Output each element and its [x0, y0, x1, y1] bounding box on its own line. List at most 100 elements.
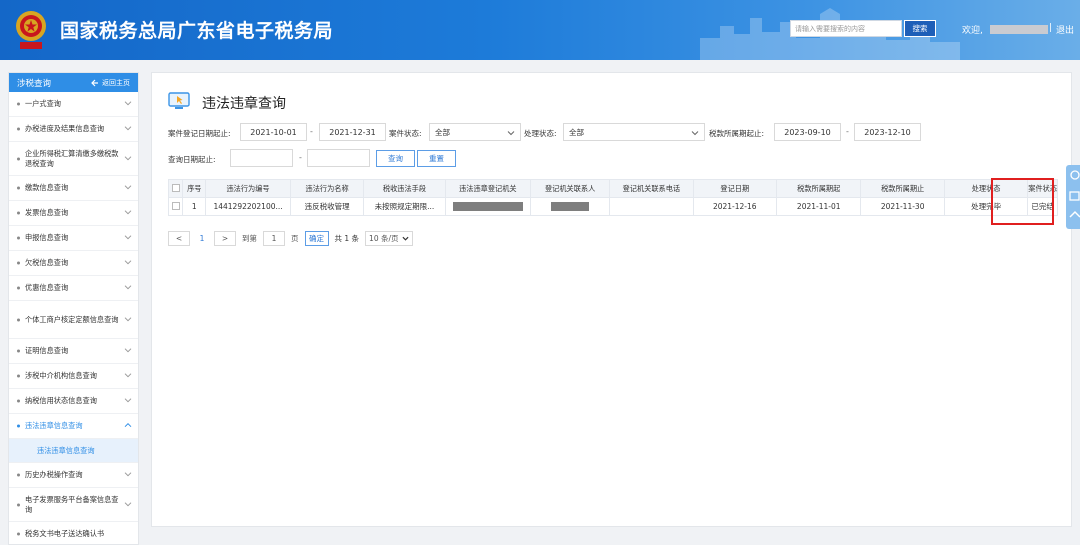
floating-toolbar[interactable]: [1066, 165, 1080, 229]
sidebar-item-credit[interactable]: 纳税信用状态信息查询: [9, 389, 138, 414]
top-header: 国家税务总局广东省电子税务局 请输入需要搜索的内容 搜索 欢迎, | 退出: [0, 0, 1080, 60]
case-status-select[interactable]: 全部: [429, 123, 521, 141]
sidebar-item-progress[interactable]: 办税进度及结果信息查询: [9, 117, 138, 142]
sidebar-item-individual-quota[interactable]: 个体工商户核定定额信息查询: [9, 301, 138, 339]
sidebar-item-agency[interactable]: 涉税中介机构信息查询: [9, 364, 138, 389]
table-row[interactable]: 1 1441292202100... 违反税收管理 未按照规定期限... 202…: [167, 197, 1058, 216]
reg-date-start-input[interactable]: 2021-10-01: [240, 123, 307, 141]
logout-link[interactable]: 退出: [1056, 23, 1074, 36]
handle-status-value: 全部: [569, 127, 584, 137]
col-header: 登记日期: [692, 179, 777, 198]
case-status-value: 全部: [435, 127, 450, 137]
next-page-button[interactable]: >: [214, 230, 236, 246]
bullet-dot: [17, 349, 20, 353]
username-masked: [990, 25, 1048, 34]
bullet-dot: [17, 261, 20, 265]
sidebar-item-label: 欠税信息查询: [25, 258, 69, 267]
chevron-down-icon: [124, 373, 132, 378]
page-number-current[interactable]: 1: [190, 234, 214, 243]
chevron-down-icon: [124, 501, 132, 506]
sidebar-item-label: 证明信息查询: [25, 346, 69, 355]
cell-period-start: 2021-11-01: [775, 197, 862, 216]
bullet-dot: [17, 374, 20, 378]
row-checkbox[interactable]: [171, 201, 180, 210]
reg-date-end-input[interactable]: 2021-12-31: [319, 123, 386, 141]
sidebar-item-label: 发票信息查询: [25, 208, 69, 217]
goto-confirm-button[interactable]: 确定: [304, 230, 329, 246]
page-title: 违法违章查询: [202, 96, 286, 112]
chevron-down-icon: [124, 235, 132, 240]
back-arrow-icon: [91, 79, 98, 86]
query-date-start-input[interactable]: [230, 149, 293, 167]
sidebar-item-edelivery[interactable]: 税务文书电子送达确认书: [9, 522, 138, 544]
tax-period-start-input[interactable]: 2023-09-10: [774, 123, 841, 141]
sidebar-item-certificate[interactable]: 证明信息查询: [9, 339, 138, 364]
prev-page-button[interactable]: <: [168, 230, 190, 246]
sidebar-item-label: 历史办税操作查询: [25, 470, 83, 479]
cell-code: 1441292202100...: [205, 197, 291, 216]
bullet-dot: [17, 532, 20, 536]
sidebar-item-label: 企业所得税汇算清缴多缴税款退税查询: [25, 148, 119, 168]
sidebar-subitem-violation-query[interactable]: 违法违章信息查询: [9, 439, 138, 463]
violation-table: 序号 违法行为编号 违法行为名称 税收违法手段 违法违章登记机关 登记机关联系人…: [167, 179, 1058, 216]
sidebar-item-invoice[interactable]: 发票信息查询: [9, 201, 138, 226]
sidebar-title: 涉税查询: [17, 78, 52, 89]
sidebar-item-payment[interactable]: 缴款信息查询: [9, 176, 138, 201]
case-status-label: 案件状态:: [389, 129, 422, 138]
col-header: 违法行为编号: [205, 179, 291, 198]
bullet-dot: [17, 102, 20, 106]
goto-page-input[interactable]: 1: [263, 230, 285, 246]
reset-button[interactable]: 重置: [417, 150, 456, 167]
sidebar-item-preferential[interactable]: 优惠信息查询: [9, 276, 138, 301]
sidebar-item-history[interactable]: 历史办税操作查询: [9, 463, 138, 488]
sidebar-item-label: 个体工商户核定定额信息查询: [25, 314, 119, 324]
goto-label: 到第: [242, 233, 257, 243]
page-size-value: 10 条/页: [369, 233, 399, 243]
reg-date-label: 案件登记日期起止:: [168, 129, 231, 138]
chevron-down-icon: [124, 185, 132, 190]
select-all-cell[interactable]: [167, 179, 184, 198]
chevron-down-icon: [402, 236, 409, 241]
col-header: 税收违法手段: [363, 179, 446, 198]
bullet-dot: [17, 473, 20, 477]
chevron-down-icon: [124, 398, 132, 403]
bullet-dot: [17, 424, 20, 428]
chevron-down-icon: [124, 285, 132, 290]
page-unit-label: 页: [291, 233, 299, 243]
sidebar-item-einvoice-platform[interactable]: 电子发票服务平台备案信息查询: [9, 488, 138, 522]
chevron-down-icon: [691, 131, 699, 136]
row-select-cell[interactable]: [167, 197, 184, 216]
sidebar-item-arrears[interactable]: 欠税信息查询: [9, 251, 138, 276]
search-input[interactable]: 请输入需要搜索的内容: [790, 20, 902, 37]
cell-index: 1: [182, 197, 207, 216]
sidebar-item-violation[interactable]: 违法违章信息查询: [9, 414, 138, 439]
col-header: 登记机关联系人: [530, 179, 611, 198]
cell-reg-authority: [444, 197, 532, 216]
col-header: 税款所属期起: [775, 179, 862, 198]
page-size-select[interactable]: 10 条/页: [365, 230, 414, 246]
handle-status-select[interactable]: 全部: [563, 123, 705, 141]
search-button[interactable]: 搜索: [904, 20, 936, 37]
select-all-checkbox[interactable]: [171, 183, 180, 192]
tax-period-dash: -: [846, 127, 849, 136]
cell-means: 未按照规定期限...: [363, 197, 446, 216]
chevron-down-icon: [124, 155, 132, 160]
redacted-bar: [452, 202, 523, 212]
sidebar-item-refund[interactable]: 企业所得税汇算清缴多缴税款退税查询: [9, 142, 138, 176]
back-home-button[interactable]: 返回主页: [91, 78, 130, 88]
sidebar-item-declaration[interactable]: 申报信息查询: [9, 226, 138, 251]
query-date-end-input[interactable]: [307, 149, 370, 167]
col-header: 序号: [182, 179, 207, 198]
query-button[interactable]: 查询: [376, 150, 415, 167]
sidebar-item-household[interactable]: 一户式查询: [9, 92, 138, 117]
bullet-dot: [17, 503, 20, 506]
chevron-down-icon: [124, 260, 132, 265]
chevron-down-icon: [507, 131, 515, 136]
tax-period-end-input[interactable]: 2023-12-10: [854, 123, 921, 141]
redacted-bar: [551, 202, 590, 212]
total-count: 共 1 条: [334, 233, 360, 243]
bullet-dot: [17, 127, 20, 131]
sidebar-item-label: 办税进度及结果信息查询: [25, 124, 105, 133]
cell-name: 违反税收管理: [289, 197, 365, 216]
header-separator: |: [1049, 23, 1053, 33]
